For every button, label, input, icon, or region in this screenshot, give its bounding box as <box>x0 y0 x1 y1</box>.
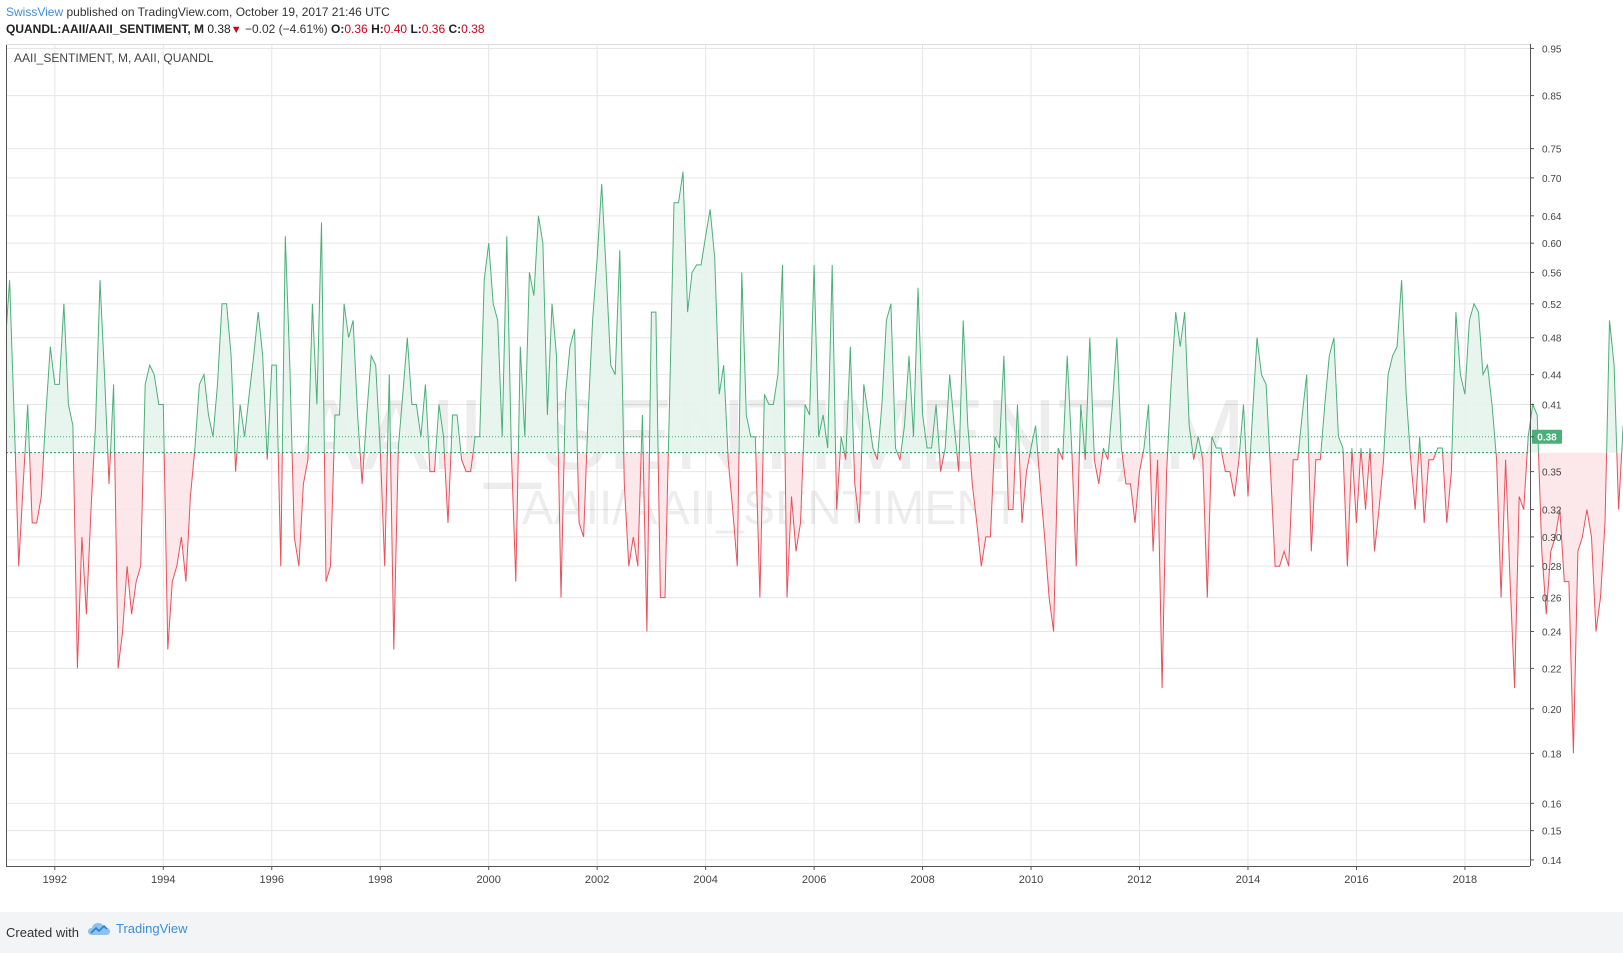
tradingview-link[interactable]: TradingView <box>116 921 188 936</box>
tradingview-brand[interactable]: TradingView <box>88 921 188 936</box>
low-label: L: <box>410 22 422 36</box>
x-tick-label: 2016 <box>1344 874 1368 886</box>
x-tick-label: 1998 <box>368 874 392 886</box>
y-tick-label: 0.52 <box>1542 300 1562 311</box>
y-tick-label: 0.26 <box>1542 594 1562 605</box>
watermark-sub: AAII/AAII_SENTIMENT <box>522 482 1021 535</box>
x-tick-label: 2010 <box>1019 874 1043 886</box>
chart-area[interactable]: AAII_SENTIMENT, M AAII/AAII_SENTIMENT 0.… <box>0 44 1623 912</box>
y-tick-label: 0.14 <box>1542 856 1562 867</box>
y-tick-label: 0.16 <box>1542 799 1562 810</box>
open-value: 0.36 <box>344 22 368 36</box>
y-tick-label: 0.35 <box>1542 468 1562 479</box>
down-arrow-icon: ▼ <box>230 24 242 36</box>
y-tick-label: 0.22 <box>1542 664 1562 675</box>
created-with-text: Created with <box>6 925 79 940</box>
x-tick-label: 2006 <box>802 874 826 886</box>
x-tick-label: 2018 <box>1453 874 1477 886</box>
y-tick-label: 0.28 <box>1542 562 1562 573</box>
publish-info: SwissView published on TradingView.com, … <box>6 5 390 19</box>
close-value: 0.38 <box>461 22 485 36</box>
publish-header: SwissView published on TradingView.com, … <box>0 0 1623 40</box>
close-label: C: <box>448 22 462 36</box>
y-tick-label: 0.60 <box>1542 239 1562 250</box>
symbol-name: QUANDL:AAII/AAII_SENTIMENT, M <box>6 22 204 36</box>
x-tick-label: 2000 <box>476 874 500 886</box>
low-value: 0.36 <box>421 22 446 36</box>
last-price-label: 0.38 <box>1537 433 1557 444</box>
y-tick-label: 0.20 <box>1542 705 1562 716</box>
price-change: −0.02 (−4.61%) <box>244 22 328 36</box>
chart-svg[interactable]: AAII_SENTIMENT, M AAII/AAII_SENTIMENT 0.… <box>0 44 1623 912</box>
publish-text: published on TradingView.com, October 19… <box>66 5 390 19</box>
y-tick-label: 0.24 <box>1542 627 1562 638</box>
y-tick-label: 0.32 <box>1542 506 1562 517</box>
open-label: O: <box>331 22 345 36</box>
y-tick-label: 0.44 <box>1542 371 1562 382</box>
y-tick-label: 0.41 <box>1542 401 1562 412</box>
y-tick-label: 0.95 <box>1542 44 1562 55</box>
y-tick-label: 0.85 <box>1542 92 1562 103</box>
symbol-legend: QUANDL:AAII/AAII_SENTIMENT, M 0.38▼ −0.0… <box>6 22 485 36</box>
x-tick-label: 2014 <box>1236 874 1260 886</box>
x-tick-label: 1992 <box>43 874 67 886</box>
last-price: 0.38 <box>207 22 231 36</box>
x-tick-label: 2002 <box>585 874 609 886</box>
high-label: H: <box>371 22 384 36</box>
x-tick-label: 1996 <box>260 874 284 886</box>
y-tick-label: 0.56 <box>1542 268 1562 279</box>
cloud-logo-icon <box>88 922 110 935</box>
y-tick-label: 0.75 <box>1542 145 1562 156</box>
y-tick-label: 0.18 <box>1542 749 1562 760</box>
y-tick-label: 0.30 <box>1542 533 1562 544</box>
x-tick-label: 2012 <box>1127 874 1151 886</box>
y-tick-label: 0.70 <box>1542 174 1562 185</box>
footer: Created with TradingView <box>0 912 1623 953</box>
y-tick-label: 0.48 <box>1542 334 1562 345</box>
x-tick-label: 2004 <box>693 874 717 886</box>
high-value: 0.40 <box>383 22 408 36</box>
y-tick-label: 0.15 <box>1542 827 1562 838</box>
y-tick-label: 0.64 <box>1542 212 1562 223</box>
x-tick-label: 1994 <box>151 874 175 886</box>
x-tick-label: 2008 <box>910 874 934 886</box>
author-link[interactable]: SwissView <box>6 5 63 19</box>
chart-title: AAII_SENTIMENT, M, AAII, QUANDL <box>14 51 214 65</box>
